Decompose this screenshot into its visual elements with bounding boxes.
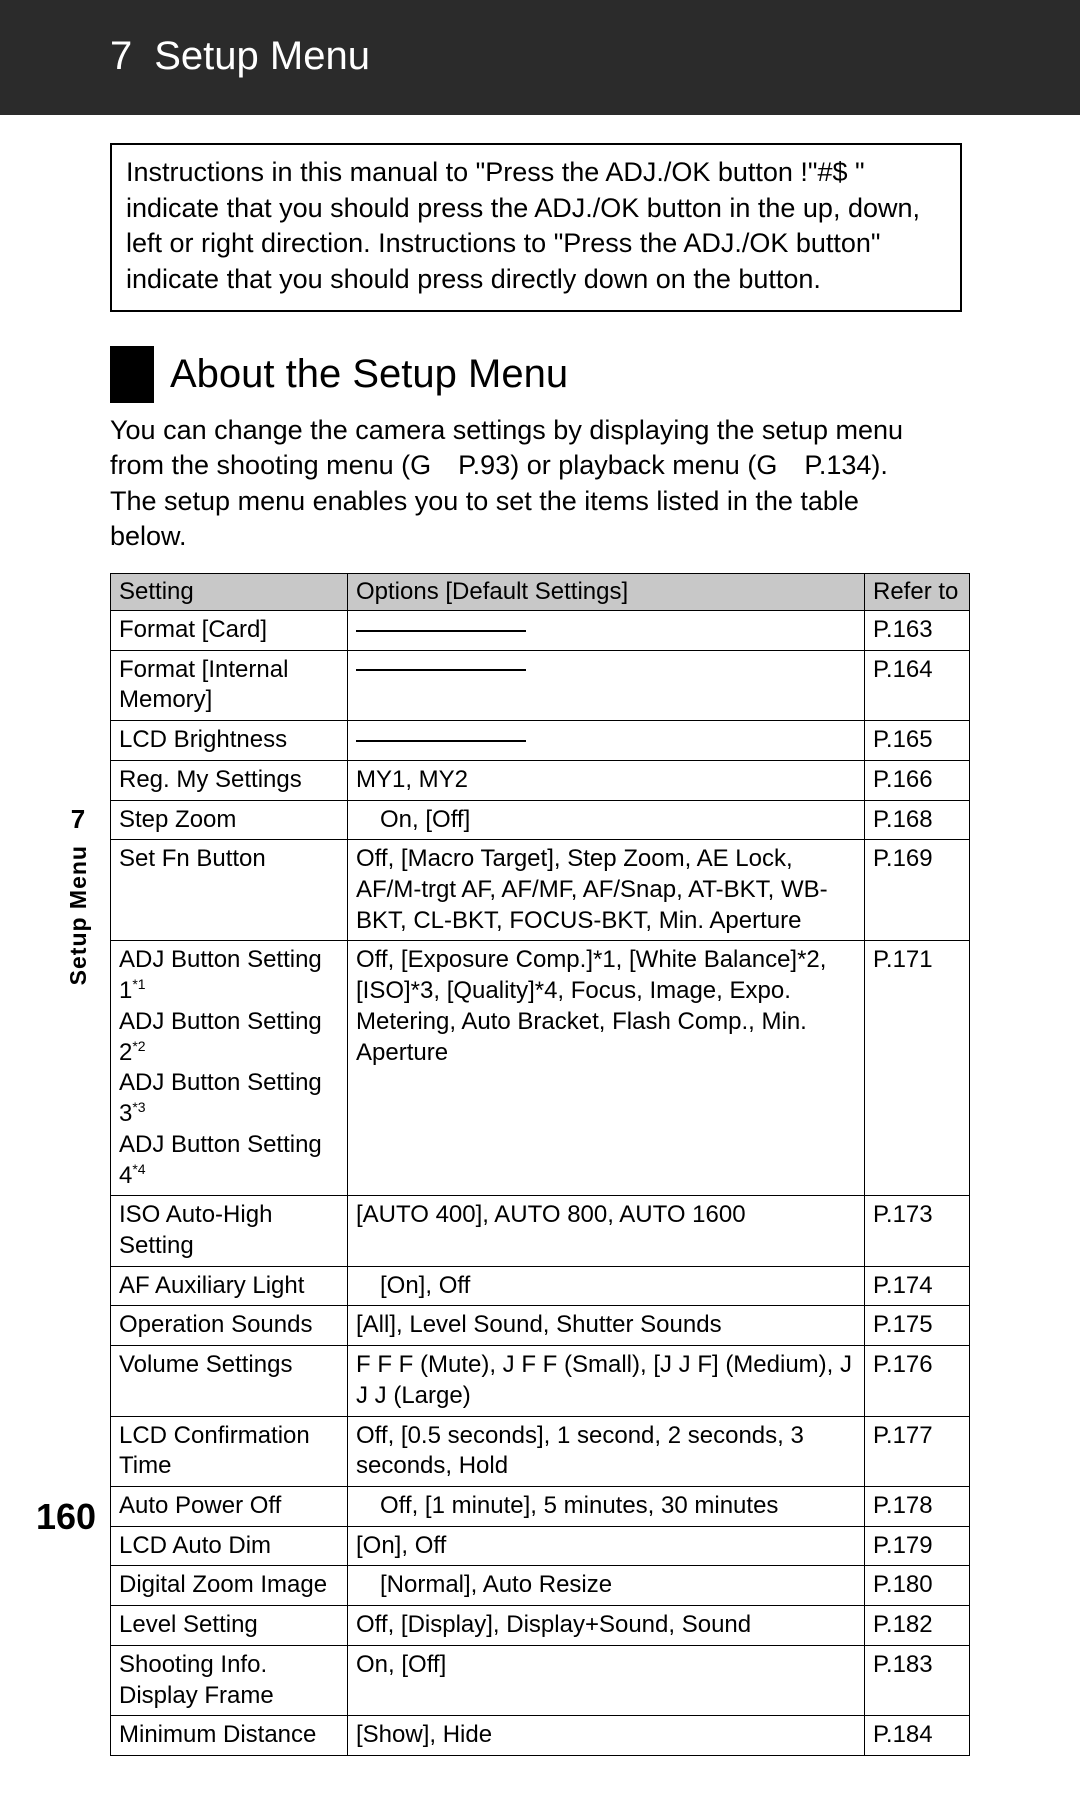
table-row: Operation Sounds[All], Level Sound, Shut… xyxy=(111,1306,970,1346)
cell-options xyxy=(348,650,865,720)
table-row: Digital Zoom Image [Normal], Auto Resize… xyxy=(111,1566,970,1606)
chapter-title: Setup Menu xyxy=(154,34,370,78)
table-row: Format [Card] P.163 xyxy=(111,611,970,651)
cell-setting: Format [Internal Memory] xyxy=(111,650,348,720)
cell-refer: P.183 xyxy=(865,1645,970,1715)
side-tab-label: 7 Setup Menu xyxy=(60,804,96,985)
cell-options: [On], Off xyxy=(348,1526,865,1566)
cell-setting: Step Zoom xyxy=(111,800,348,840)
cell-options: Off, [Display], Display+Sound, Sound xyxy=(348,1606,865,1646)
dash-line-icon xyxy=(356,630,526,632)
table-row: Auto Power Off Off, [1 minute], 5 minute… xyxy=(111,1486,970,1526)
section-heading-marker xyxy=(110,346,154,403)
table-row: Minimum Distance[Show], HideP.184 xyxy=(111,1716,970,1756)
chapter-number: 7 xyxy=(110,34,132,78)
cell-setting: AF Auxiliary Light xyxy=(111,1266,348,1306)
cell-setting: ISO Auto-High Setting xyxy=(111,1196,348,1266)
cell-setting: Reg. My Settings xyxy=(111,760,348,800)
cell-setting: LCD Brightness xyxy=(111,721,348,761)
cell-setting: Set Fn Button xyxy=(111,840,348,941)
cell-setting: LCD Confirmation Time xyxy=(111,1416,348,1486)
manual-page: 7 Setup Menu Instructions in this manual … xyxy=(0,0,1080,1796)
cell-refer: P.178 xyxy=(865,1486,970,1526)
cell-options: F F F (Mute), J F F (Small), [J J F] (Me… xyxy=(348,1346,865,1416)
cell-refer: P.177 xyxy=(865,1416,970,1486)
cell-refer: P.174 xyxy=(865,1266,970,1306)
table-row: Level SettingOff, [Display], Display+Sou… xyxy=(111,1606,970,1646)
col-header-setting: Setting xyxy=(111,574,348,611)
instruction-note-box: Instructions in this manual to "Press th… xyxy=(110,143,962,312)
cell-setting: Minimum Distance xyxy=(111,1716,348,1756)
cell-refer: P.176 xyxy=(865,1346,970,1416)
page-number: 160 xyxy=(36,1496,96,1538)
col-header-refer: Refer to xyxy=(865,574,970,611)
cell-options: Off, [Exposure Comp.]*1, [White Balance]… xyxy=(348,941,865,1196)
cell-refer: P.184 xyxy=(865,1716,970,1756)
cell-refer: P.179 xyxy=(865,1526,970,1566)
cell-setting: Digital Zoom Image xyxy=(111,1566,348,1606)
instruction-note-text: Instructions in this manual to "Press th… xyxy=(126,157,920,294)
table-row: AF Auxiliary Light [On], OffP.174 xyxy=(111,1266,970,1306)
cell-options xyxy=(348,611,865,651)
side-tab-chapter-number: 7 xyxy=(60,804,96,835)
cell-refer: P.166 xyxy=(865,760,970,800)
cell-options: MY1, MY2 xyxy=(348,760,865,800)
cell-setting: LCD Auto Dim xyxy=(111,1526,348,1566)
cell-options: On, [Off] xyxy=(348,1645,865,1715)
dash-line-icon xyxy=(356,740,526,742)
cell-refer: P.173 xyxy=(865,1196,970,1266)
cell-refer: P.168 xyxy=(865,800,970,840)
settings-table: Setting Options [Default Settings] Refer… xyxy=(110,573,970,1756)
table-row: Format [Internal Memory] P.164 xyxy=(111,650,970,720)
table-row: Step Zoom On, [Off]P.168 xyxy=(111,800,970,840)
cell-refer: P.175 xyxy=(865,1306,970,1346)
cell-options: Off, [1 minute], 5 minutes, 30 minutes xyxy=(348,1486,865,1526)
section-heading-text: About the Setup Menu xyxy=(154,346,584,403)
cell-options: [AUTO 400], AUTO 800, AUTO 1600 xyxy=(348,1196,865,1266)
cell-refer: P.182 xyxy=(865,1606,970,1646)
cell-setting: Format [Card] xyxy=(111,611,348,651)
table-row: ISO Auto-High Setting[AUTO 400], AUTO 80… xyxy=(111,1196,970,1266)
cell-refer: P.169 xyxy=(865,840,970,941)
cell-options: [On], Off xyxy=(348,1266,865,1306)
cell-setting: Auto Power Off xyxy=(111,1486,348,1526)
table-row: ADJ Button Setting 1*1ADJ Button Setting… xyxy=(111,941,970,1196)
cell-setting: Operation Sounds xyxy=(111,1306,348,1346)
cell-options: On, [Off] xyxy=(348,800,865,840)
cell-options: Off, [Macro Target], Step Zoom, AE Lock,… xyxy=(348,840,865,941)
cell-refer: P.163 xyxy=(865,611,970,651)
col-header-options: Options [Default Settings] xyxy=(348,574,865,611)
cell-options: [All], Level Sound, Shutter Sounds xyxy=(348,1306,865,1346)
cell-setting: Level Setting xyxy=(111,1606,348,1646)
table-row: Shooting Info. Display FrameOn, [Off]P.1… xyxy=(111,1645,970,1715)
section-intro-text: You can change the camera settings by di… xyxy=(110,413,930,556)
side-tab-text: Setup Menu xyxy=(65,845,92,985)
cell-options xyxy=(348,721,865,761)
cell-options: Off, [0.5 seconds], 1 second, 2 seconds,… xyxy=(348,1416,865,1486)
cell-setting: Volume Settings xyxy=(111,1346,348,1416)
table-row: Volume SettingsF F F (Mute), J F F (Smal… xyxy=(111,1346,970,1416)
cell-setting: Shooting Info. Display Frame xyxy=(111,1645,348,1715)
cell-refer: P.180 xyxy=(865,1566,970,1606)
section-heading: About the Setup Menu xyxy=(110,346,870,403)
cell-options: [Show], Hide xyxy=(348,1716,865,1756)
cell-refer: P.171 xyxy=(865,941,970,1196)
cell-options: [Normal], Auto Resize xyxy=(348,1566,865,1606)
table-row: Reg. My SettingsMY1, MY2P.166 xyxy=(111,760,970,800)
cell-refer: P.164 xyxy=(865,650,970,720)
table-row: LCD Auto Dim[On], OffP.179 xyxy=(111,1526,970,1566)
table-header-row: Setting Options [Default Settings] Refer… xyxy=(111,574,970,611)
table-row: Set Fn ButtonOff, [Macro Target], Step Z… xyxy=(111,840,970,941)
chapter-header: 7 Setup Menu xyxy=(0,0,1080,115)
cell-setting: ADJ Button Setting 1*1ADJ Button Setting… xyxy=(111,941,348,1196)
table-row: LCD Confirmation TimeOff, [0.5 seconds],… xyxy=(111,1416,970,1486)
cell-refer: P.165 xyxy=(865,721,970,761)
table-row: LCD Brightness P.165 xyxy=(111,721,970,761)
dash-line-icon xyxy=(356,669,526,671)
